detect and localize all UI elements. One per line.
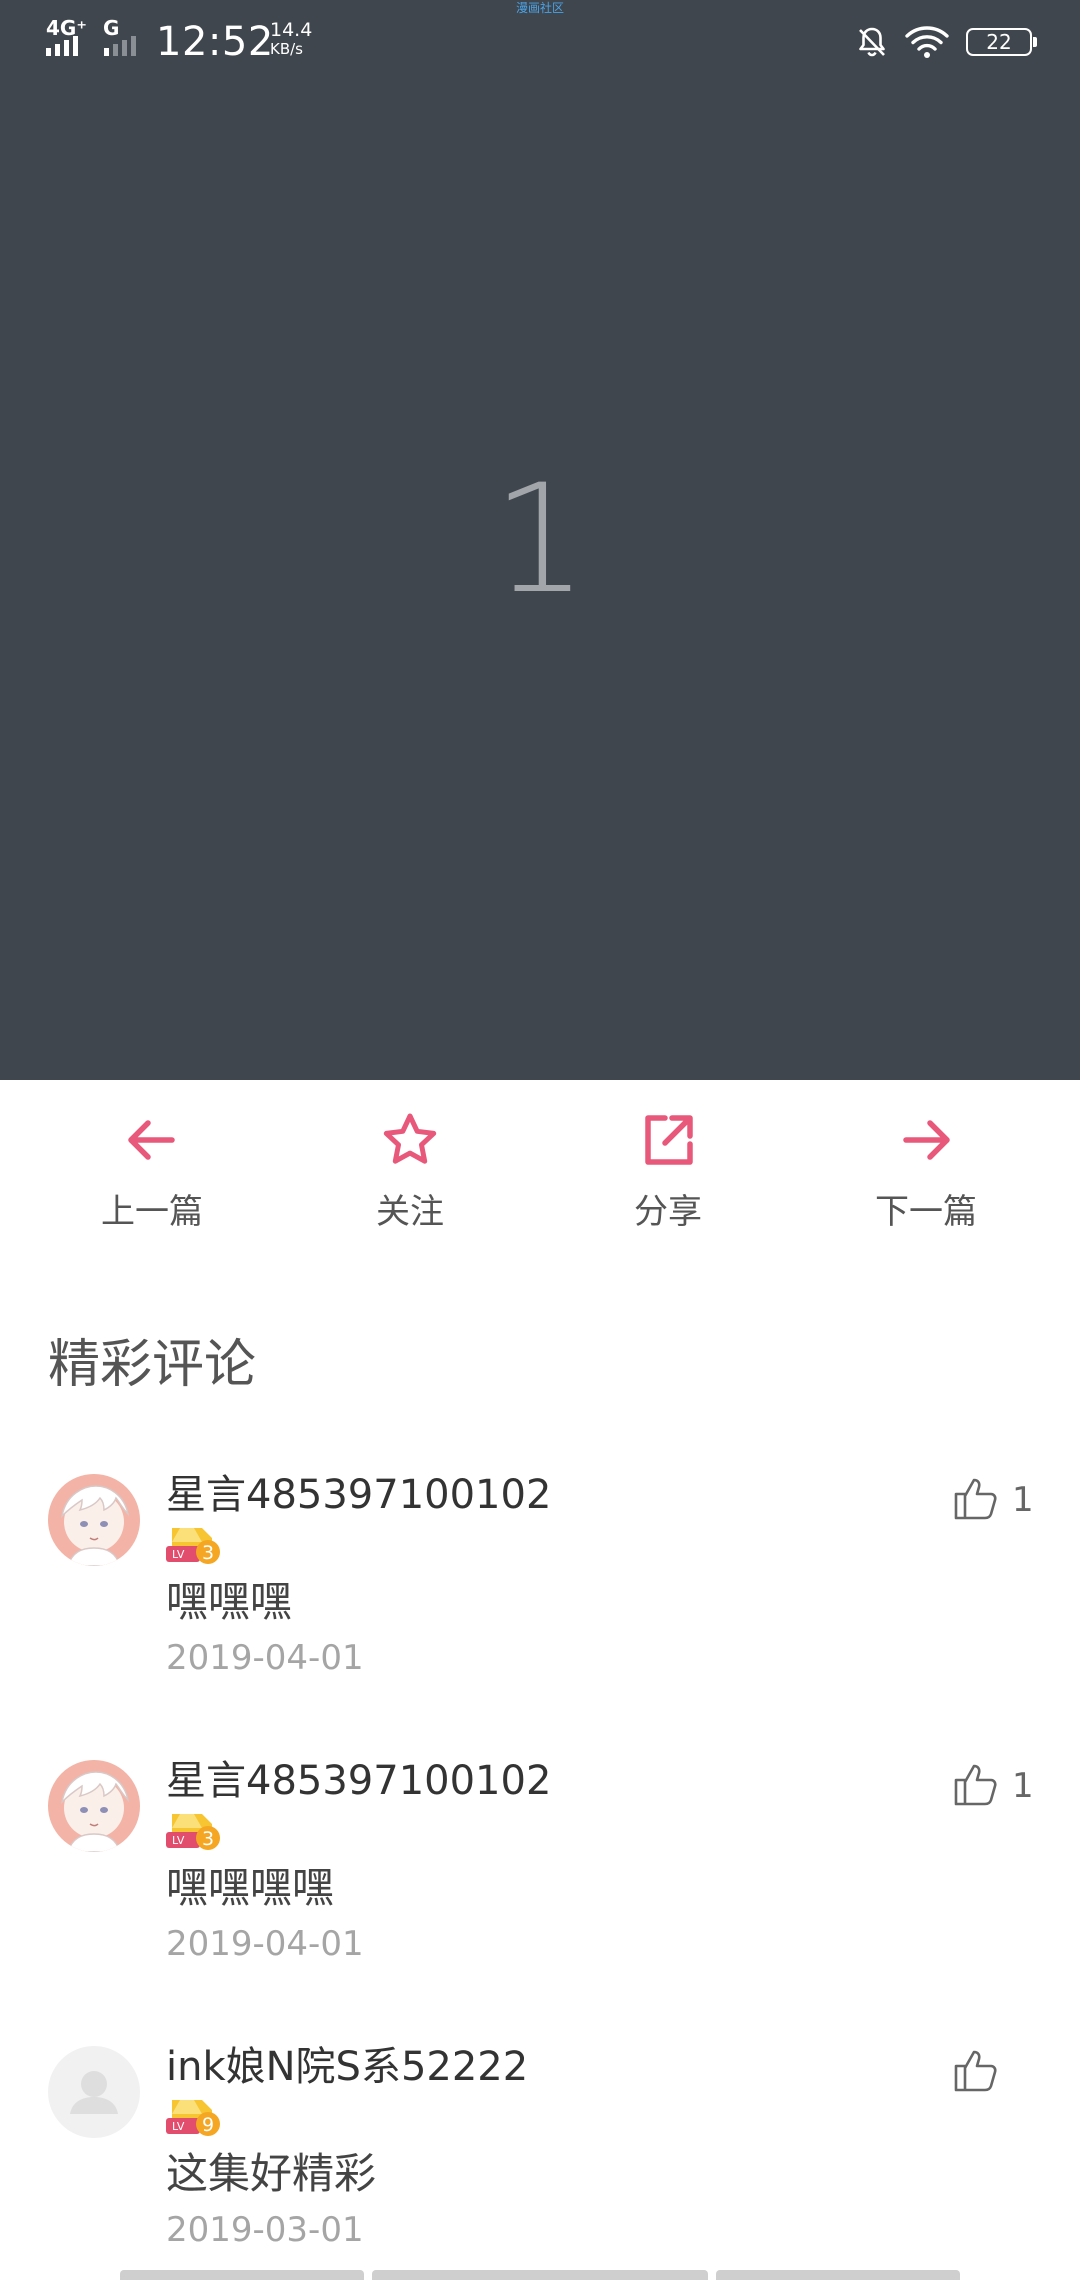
level-badge-icon: LV 9 <box>166 2100 220 2136</box>
level-badge-icon: LV 3 <box>166 1528 220 1564</box>
comment-text: 嘿嘿嘿 <box>166 1577 293 1626</box>
bottom-tab-indicators <box>0 2270 1080 2280</box>
prev-chapter-label: 上一篇 <box>101 1192 203 1232</box>
share-label: 分享 <box>634 1192 702 1232</box>
comment-date: 2019-04-01 <box>166 1924 364 1964</box>
comment-item: 星言485397100102 LV 3 嘿嘿嘿嘿 2019-04-01 1 <box>0 1758 1080 2040</box>
clock: 12:52 <box>156 19 274 65</box>
content-viewer[interactable]: 4G⁺ G 12:52 14.4 KB/s 漫画社区 22 1 <box>0 0 1080 1080</box>
thumbs-up-icon[interactable] <box>952 1474 1000 1522</box>
avatar[interactable] <box>48 2046 140 2138</box>
next-chapter-button[interactable]: 下一篇 <box>826 1080 1026 1280</box>
level-number: 9 <box>202 2114 214 2136</box>
battery-icon: 22 <box>966 28 1037 56</box>
like-count: 1 <box>1012 1480 1034 1520</box>
status-icons: 22 <box>854 20 1037 64</box>
tab-indicator <box>120 2270 364 2280</box>
comment-text: 这集好精彩 <box>166 2149 377 2198</box>
page-number: 1 <box>492 453 588 627</box>
mute-bell-icon <box>859 27 885 57</box>
comment-text: 嘿嘿嘿嘿 <box>166 1863 335 1912</box>
level-prefix: LV <box>172 1548 185 1561</box>
anime-avatar-icon <box>48 1760 140 1852</box>
tab-indicator <box>716 2270 960 2280</box>
status-bar: 4G⁺ G 12:52 14.4 KB/s 漫画社区 22 <box>0 0 1080 84</box>
network-speed-value: 14.4 <box>270 19 313 41</box>
follow-button[interactable]: 关注 <box>310 1080 510 1280</box>
level-number: 3 <box>202 1828 214 1850</box>
network-speed: 14.4 KB/s <box>270 20 312 58</box>
network-speed-unit: KB/s <box>270 40 303 58</box>
signal-icon <box>46 36 136 56</box>
level-prefix: LV <box>172 1834 185 1847</box>
action-bar: 上一篇 关注 分享 下一篇 <box>0 1080 1080 1280</box>
next-chapter-label: 下一篇 <box>875 1192 977 1232</box>
star-icon <box>383 1113 437 1164</box>
arrow-left-icon <box>128 1120 175 1160</box>
comments-section-title: 精彩评论 <box>48 1335 257 1395</box>
default-avatar-icon <box>48 2046 140 2138</box>
comment-author[interactable]: 星言485397100102 <box>166 1754 551 1808</box>
tab-indicator <box>372 2270 708 2280</box>
share-button[interactable]: 分享 <box>568 1080 768 1280</box>
level-prefix: LV <box>172 2120 185 2133</box>
thumbs-up-icon[interactable] <box>952 1760 1000 1808</box>
thumbs-up-icon[interactable] <box>952 2046 1000 2094</box>
wifi-icon <box>905 26 949 58</box>
app-label: 漫画社区 <box>515 1 564 15</box>
follow-label: 关注 <box>376 1192 444 1232</box>
comment-author[interactable]: ink娘N院S系52222 <box>166 2040 528 2094</box>
anime-avatar-icon <box>48 1474 140 1566</box>
comment-date: 2019-03-01 <box>166 2210 364 2250</box>
comment-author[interactable]: 星言485397100102 <box>166 1468 551 1522</box>
comment-date: 2019-04-01 <box>166 1638 364 1678</box>
level-badge-icon: LV 3 <box>166 1814 220 1850</box>
reader-page: 4G⁺ G 12:52 14.4 KB/s 漫画社区 22 1 上一篇 关注 分… <box>0 0 1080 2280</box>
avatar[interactable] <box>48 1474 140 1566</box>
comment-item: 星言485397100102 LV 3 嘿嘿嘿 2019-04-01 1 <box>0 1472 1080 1754</box>
level-number: 3 <box>202 1542 214 1564</box>
comment-item: ink娘N院S系52222 LV 9 这集好精彩 2019-03-01 <box>0 2044 1080 2280</box>
avatar[interactable] <box>48 1760 140 1852</box>
share-icon <box>645 1115 693 1165</box>
prev-chapter-button[interactable]: 上一篇 <box>52 1080 252 1280</box>
arrow-right-icon <box>903 1120 950 1160</box>
like-count: 1 <box>1012 1766 1034 1806</box>
